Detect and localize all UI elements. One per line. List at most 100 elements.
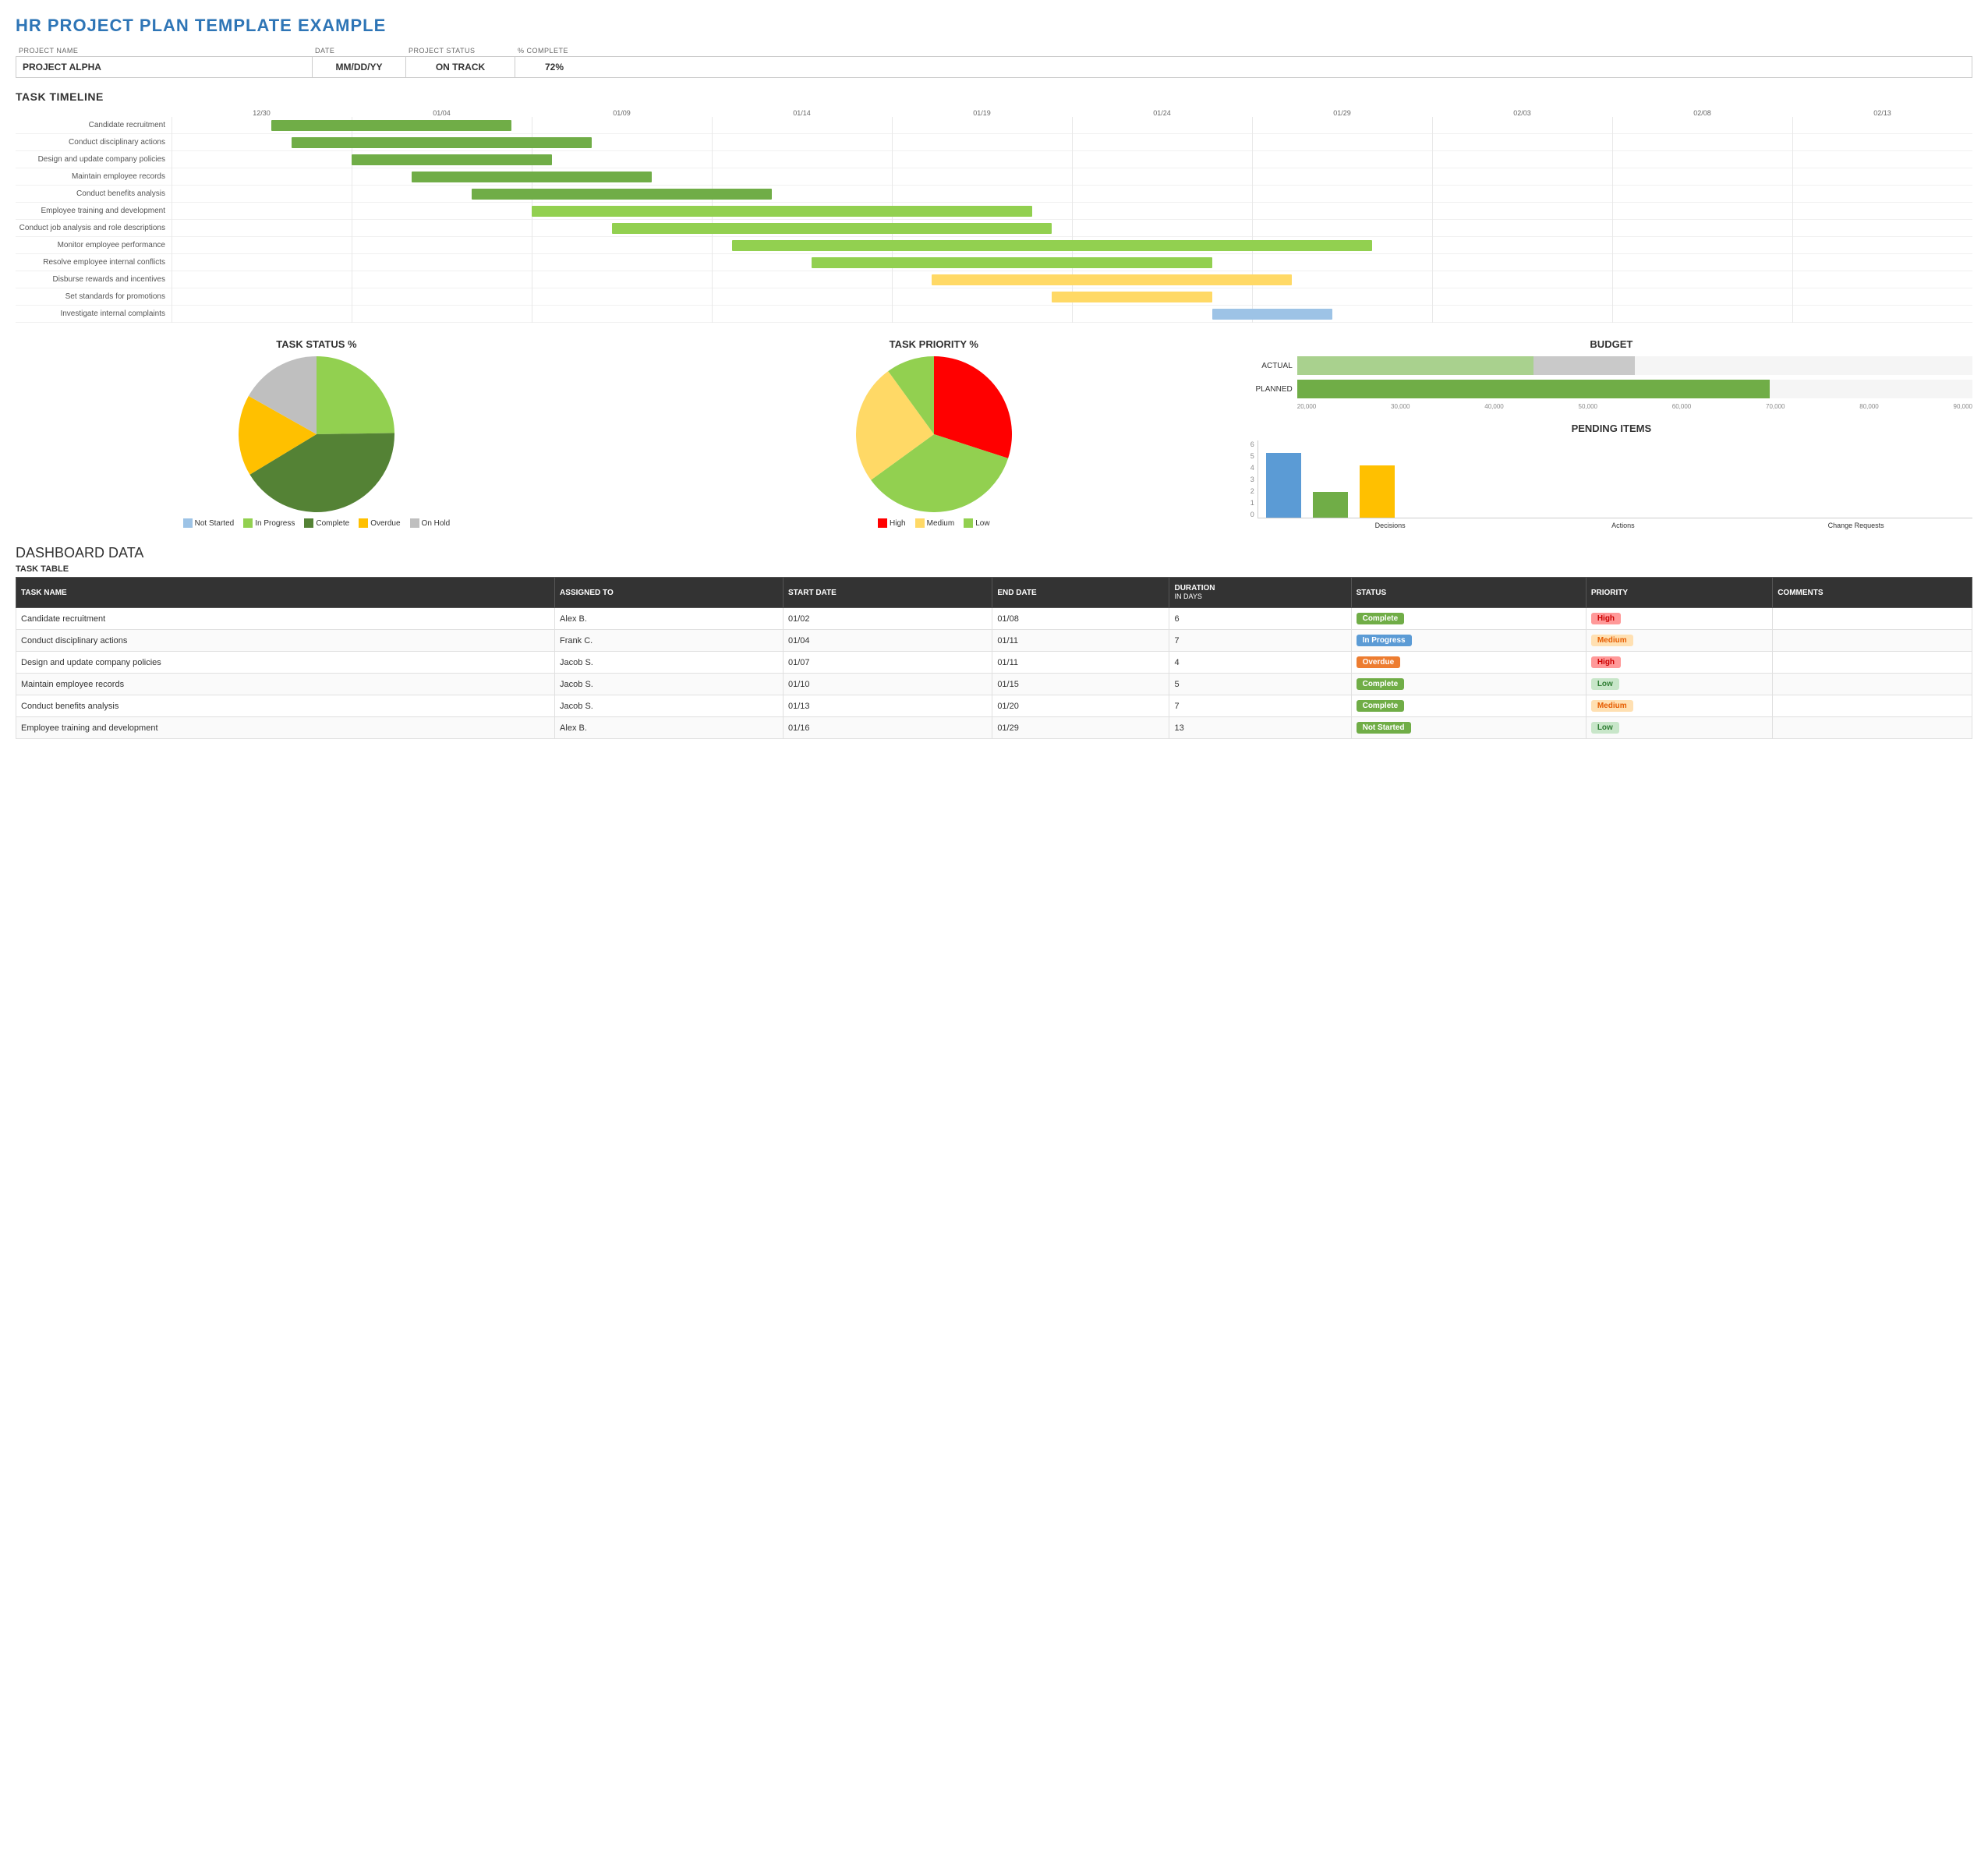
gantt-date: 12/30 (172, 109, 352, 117)
budget-axis-label: 40,000 (1484, 403, 1503, 410)
pie-slice (317, 356, 394, 434)
table-cell: Medium (1586, 695, 1772, 717)
pending-y-label: 1 (1250, 499, 1254, 507)
table-cell: 7 (1169, 630, 1351, 652)
table-cell: In Progress (1351, 630, 1586, 652)
pending-bar (1266, 453, 1301, 518)
dashboard-title: DASHBOARD DATA (16, 545, 1972, 561)
table-header-cell: START DATE (783, 578, 992, 608)
budget-bar-row: PLANNED (1250, 380, 1972, 398)
gantt-grid-line (352, 254, 532, 271)
gantt-grid-line (1792, 220, 1972, 237)
gantt-row: Conduct job analysis and role descriptio… (16, 220, 1972, 237)
gantt-bar-area (172, 271, 1972, 288)
gantt-bar (292, 137, 592, 148)
legend-label: Not Started (195, 519, 235, 528)
table-row: Maintain employee recordsJacob S.01/1001… (16, 674, 1972, 695)
gantt-grid-line (712, 271, 892, 288)
gantt-grid-line (712, 117, 892, 134)
gantt-grid-line (1252, 288, 1432, 306)
legend-label: High (890, 519, 906, 528)
gantt-bar (1212, 309, 1332, 320)
budget-bar-inner (1297, 356, 1972, 375)
budget-axis-label: 90,000 (1954, 403, 1972, 410)
gantt-date: 02/13 (1792, 109, 1972, 117)
pending-x-labels: DecisionsActionsChange Requests (1250, 522, 1972, 529)
pending-y-label: 5 (1250, 452, 1254, 460)
project-date-value: MM/DD/YY (313, 57, 406, 77)
legend-label: In Progress (255, 519, 295, 528)
gantt-grid-line (1432, 271, 1612, 288)
gantt-bar (472, 189, 772, 200)
budget-axis-label: 30,000 (1391, 403, 1410, 410)
budget-bar-label: ACTUAL (1250, 362, 1297, 370)
gantt-grid-line (352, 203, 532, 220)
gantt-grid-line (352, 306, 532, 323)
gantt-bar (532, 206, 1032, 217)
legend-color (183, 518, 193, 528)
gantt-grid-line (1252, 117, 1432, 134)
table-cell: High (1586, 608, 1772, 630)
table-cell (1773, 695, 1972, 717)
table-cell: 01/15 (992, 674, 1169, 695)
date-label: DATE (312, 45, 405, 56)
gantt-row: Candidate recruitment (16, 117, 1972, 134)
priority-badge: High (1591, 656, 1621, 668)
gantt-grid-line (1432, 134, 1612, 151)
gantt-bar (352, 154, 552, 165)
gantt-grid-line (172, 288, 352, 306)
gantt-bar (732, 240, 1372, 251)
budget-bar-wrap (1297, 356, 1972, 375)
pending-title: PENDING ITEMS (1250, 423, 1972, 434)
task-status-chart: TASK STATUS % 03522 Not StartedIn Progre… (16, 338, 617, 528)
table-subtitle: TASK TABLE (16, 564, 1972, 574)
gantt-grid-line (1252, 186, 1432, 203)
pending-x-label: Change Requests (1739, 522, 1972, 529)
gantt-grid-line (1432, 237, 1612, 254)
table-cell: 4 (1169, 652, 1351, 674)
table-cell: Low (1586, 717, 1772, 739)
table-cell: Complete (1351, 608, 1586, 630)
table-cell: Overdue (1351, 652, 1586, 674)
table-cell: 01/20 (992, 695, 1169, 717)
table-cell: 01/13 (783, 695, 992, 717)
gantt-task-name: Set standards for promotions (16, 292, 172, 301)
gantt-grid-line (1252, 203, 1432, 220)
gantt-date: 01/09 (532, 109, 712, 117)
legend-item: Medium (915, 518, 955, 528)
gantt-task-name: Employee training and development (16, 207, 172, 215)
table-cell: High (1586, 652, 1772, 674)
gantt-grid-line (1612, 151, 1792, 168)
table-header-cell: STATUS (1351, 578, 1586, 608)
gantt-grid-line (1792, 168, 1972, 186)
priority-badge: High (1591, 613, 1621, 624)
budget-bar-row: ACTUAL (1250, 356, 1972, 375)
table-cell: Jacob S. (555, 695, 784, 717)
table-cell: Employee training and development (16, 717, 555, 739)
task-status-title: TASK STATUS % (16, 338, 617, 350)
gantt-date: 02/03 (1432, 109, 1612, 117)
gantt-grid-line (172, 151, 352, 168)
main-title: HR PROJECT PLAN TEMPLATE EXAMPLE (16, 16, 1972, 36)
legend-label: Overdue (370, 519, 400, 528)
gantt-task-name: Maintain employee records (16, 172, 172, 181)
gantt-grid-line (712, 288, 892, 306)
gantt-task-name: Candidate recruitment (16, 121, 172, 129)
gantt-grid-line (712, 134, 892, 151)
gantt-grid-line (1792, 306, 1972, 323)
gantt-date: 02/08 (1612, 109, 1792, 117)
gantt-bar (932, 274, 1292, 285)
table-cell: 5 (1169, 674, 1351, 695)
gantt-bar-area (172, 203, 1972, 220)
gantt-grid-line (172, 186, 352, 203)
gantt-date: 01/19 (892, 109, 1072, 117)
gantt-grid-line (1792, 151, 1972, 168)
gantt-grid-line (1432, 203, 1612, 220)
gantt-row: Set standards for promotions (16, 288, 1972, 306)
table-header-cell: PRIORITY (1586, 578, 1772, 608)
gantt-grid-line (352, 220, 532, 237)
gantt-grid-line (1792, 271, 1972, 288)
gantt-grid-line (1612, 220, 1792, 237)
legend-color (915, 518, 925, 528)
legend-color (243, 518, 253, 528)
